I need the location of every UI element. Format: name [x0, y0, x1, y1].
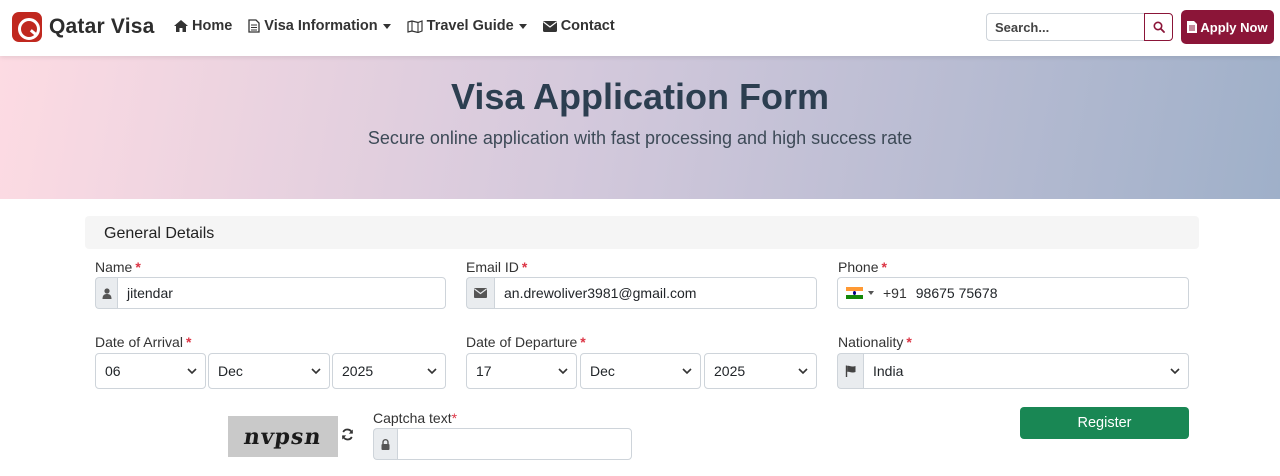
- chevron-down-icon: [558, 368, 568, 375]
- file-icon: [248, 19, 260, 33]
- nav-contact[interactable]: Contact: [542, 18, 615, 34]
- search-button[interactable]: [1144, 13, 1173, 41]
- search-bar: [986, 13, 1173, 41]
- departure-label-text: Date of Departure: [466, 334, 578, 350]
- arrival-label-text: Date of Arrival: [95, 334, 183, 350]
- captcha-image: nvpsn: [228, 416, 338, 457]
- chevron-down-icon: [682, 368, 692, 375]
- brand-name: Qatar Visa: [49, 15, 155, 38]
- phone-input[interactable]: 98675 75678: [916, 285, 998, 301]
- search-icon: [1152, 21, 1165, 33]
- envelope-icon: [542, 20, 557, 32]
- departure-year-value: 2025: [714, 363, 746, 379]
- nationality-value: India: [873, 363, 904, 379]
- chevron-down-icon: [518, 23, 527, 29]
- lock-icon: [373, 428, 397, 460]
- required-marker: *: [881, 259, 887, 275]
- flag-icon: [837, 353, 863, 389]
- hero-banner: Visa Application Form Secure online appl…: [0, 56, 1280, 199]
- india-flag-icon[interactable]: [846, 287, 863, 299]
- nav-home-label: Home: [192, 18, 233, 34]
- arrival-month-value: Dec: [218, 363, 243, 379]
- envelope-icon: [466, 277, 494, 309]
- required-marker: *: [580, 334, 586, 350]
- required-marker: *: [135, 259, 141, 275]
- required-marker: *: [906, 334, 912, 350]
- required-marker: *: [185, 334, 192, 350]
- email-input[interactable]: an.drewoliver3981@gmail.com: [494, 277, 817, 309]
- chevron-down-icon: [798, 368, 808, 375]
- nav-visa-information-label: Visa Information: [264, 18, 378, 34]
- arrival-year-value: 2025: [342, 363, 374, 379]
- email-label-text: Email ID: [466, 259, 519, 275]
- brand-logo-link[interactable]: Qatar Visa: [12, 12, 155, 42]
- phone-label-text: Phone: [838, 259, 879, 275]
- email-label: Email ID *: [466, 259, 527, 275]
- home-icon: [174, 20, 188, 32]
- departure-label: Date of Departure *: [466, 334, 586, 350]
- apply-now-button[interactable]: Apply Now: [1181, 10, 1274, 44]
- dial-code: +91: [883, 285, 907, 301]
- departure-day-select[interactable]: 17: [466, 353, 577, 389]
- name-input[interactable]: jitendar: [117, 277, 446, 309]
- nationality-label: Nationality *: [838, 334, 912, 350]
- nationality-field-group: India: [837, 353, 1189, 389]
- name-label: Name *: [95, 259, 141, 275]
- user-icon: [95, 277, 117, 309]
- brand-logo-icon: [12, 12, 42, 42]
- main-nav: Home Visa Information Travel Guide Conta…: [174, 18, 631, 34]
- name-field-group: jitendar: [95, 277, 446, 309]
- departure-day-value: 17: [476, 363, 492, 379]
- departure-year-select[interactable]: 2025: [704, 353, 817, 389]
- nationality-label-text: Nationality: [838, 334, 904, 350]
- page-subtitle: Secure online application with fast proc…: [367, 128, 913, 148]
- chevron-down-icon: [1170, 368, 1180, 375]
- captcha-image-text: nvpsn: [242, 423, 324, 450]
- required-marker: *: [521, 259, 528, 275]
- phone-label: Phone *: [838, 259, 887, 275]
- email-field-group: an.drewoliver3981@gmail.com: [466, 277, 817, 309]
- register-button-label: Register: [1077, 415, 1132, 431]
- map-icon: [407, 19, 423, 33]
- name-label-text: Name: [95, 259, 133, 275]
- phone-field: +91 98675 75678: [837, 277, 1189, 309]
- nav-travel-guide[interactable]: Travel Guide: [407, 18, 527, 34]
- arrival-label: Date of Arrival *: [95, 334, 191, 350]
- arrival-year-select[interactable]: 2025: [332, 353, 446, 389]
- arrival-day-value: 06: [105, 363, 121, 379]
- nav-travel-guide-label: Travel Guide: [426, 18, 514, 34]
- departure-month-select[interactable]: Dec: [580, 353, 701, 389]
- arrival-month-select[interactable]: Dec: [208, 353, 330, 389]
- navbar: Qatar Visa Home Visa Information Travel …: [0, 0, 1280, 56]
- section-header: General Details: [85, 216, 1199, 249]
- page-title: Visa Application Form: [450, 76, 830, 117]
- nav-contact-label: Contact: [560, 18, 615, 34]
- nav-visa-information[interactable]: Visa Information: [248, 18, 391, 34]
- register-button[interactable]: Register: [1020, 407, 1189, 439]
- required-marker: *: [451, 410, 458, 426]
- search-input[interactable]: [986, 13, 1144, 41]
- captcha-field-group: [373, 428, 632, 460]
- nationality-select[interactable]: India: [863, 353, 1189, 389]
- chevron-down-icon: [311, 368, 321, 375]
- captcha-label: Captcha text*: [373, 410, 457, 426]
- arrival-day-select[interactable]: 06: [95, 353, 206, 389]
- nav-home[interactable]: Home: [174, 18, 232, 34]
- refresh-icon[interactable]: [341, 428, 354, 441]
- chevron-down-icon: [382, 23, 391, 29]
- chevron-down-icon: [187, 368, 197, 375]
- captcha-input[interactable]: [397, 428, 632, 460]
- captcha-label-text: Captcha text: [373, 410, 452, 426]
- apply-now-label: Apply Now: [1200, 19, 1268, 35]
- chevron-down-icon[interactable]: [868, 291, 874, 295]
- section-title: General Details: [104, 225, 215, 242]
- file-icon: [1187, 21, 1198, 33]
- departure-month-value: Dec: [590, 363, 615, 379]
- chevron-down-icon: [427, 368, 437, 375]
